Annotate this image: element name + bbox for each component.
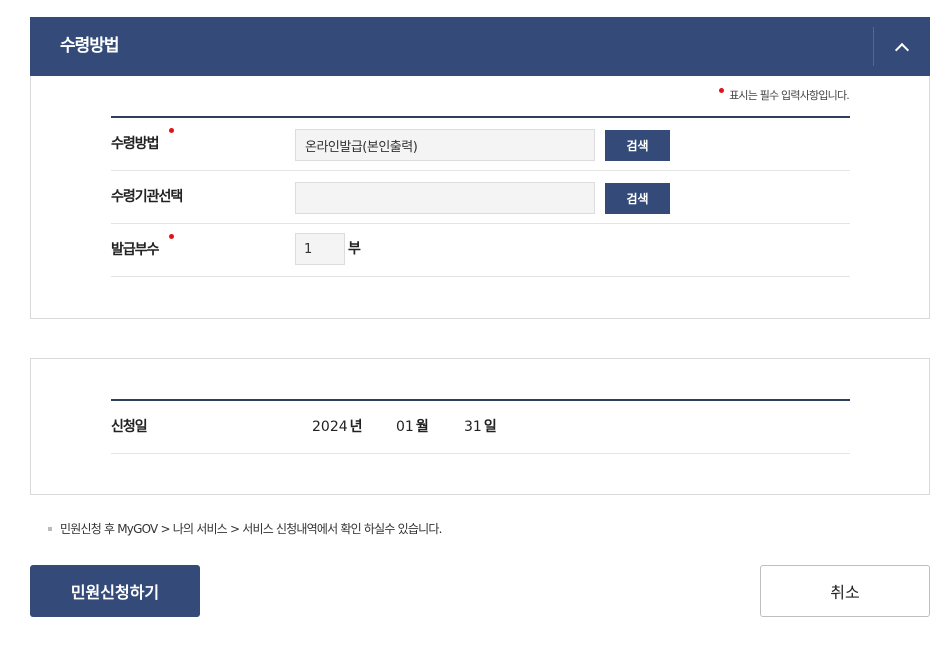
method-field[interactable] [295, 129, 595, 161]
date-month: 01 월 [396, 401, 429, 454]
method-search-button[interactable]: 검색 [605, 130, 670, 161]
receipt-method-panel: 표시는 필수 입력사항입니다. 수령방법 검색 수령기관선택 검색 발급부수 부 [30, 76, 930, 319]
required-dot-icon [169, 128, 174, 133]
receipt-form: 수령방법 검색 수령기관선택 검색 발급부수 부 [111, 116, 850, 277]
cancel-button[interactable]: 취소 [760, 565, 930, 617]
submit-application-button[interactable]: 민원신청하기 [30, 565, 200, 617]
chevron-up-icon [894, 42, 910, 57]
section-title: 수령방법 [60, 36, 120, 56]
year-value: 2024 [312, 419, 348, 435]
month-value: 01 [396, 419, 414, 435]
form-row-method: 수령방법 검색 [111, 118, 850, 171]
year-unit: 년 [349, 419, 363, 435]
bullet-icon [48, 527, 52, 531]
section-header: 수령방법 [30, 17, 930, 76]
required-dot-icon [719, 88, 725, 93]
date-day: 31 일 [464, 401, 497, 454]
copies-input[interactable] [295, 233, 345, 265]
method-label: 수령방법 [111, 136, 160, 152]
notice-text: 민원신청 후 MyGOV > 나의 서비스 > 서비스 신청내역에서 확인 하실… [60, 522, 442, 536]
date-row: 신청일 2024 년 01 월 31 일 [111, 401, 850, 454]
copies-label: 발급부수 [111, 242, 160, 258]
day-unit: 일 [483, 419, 497, 435]
copies-unit: 부 [348, 241, 361, 257]
notice: 민원신청 후 MyGOV > 나의 서비스 > 서비스 신청내역에서 확인 하실… [48, 520, 442, 537]
required-dot-icon [169, 234, 174, 239]
agency-search-button[interactable]: 검색 [605, 183, 670, 214]
form-row-agency: 수령기관선택 검색 [111, 171, 850, 224]
collapse-toggle-button[interactable] [874, 17, 930, 76]
month-unit: 월 [415, 419, 429, 435]
day-value: 31 [464, 419, 482, 435]
application-date-panel: 신청일 2024 년 01 월 31 일 [30, 358, 930, 495]
application-date-label: 신청일 [111, 419, 148, 435]
agency-field[interactable] [295, 182, 595, 214]
required-note-text: 표시는 필수 입력사항입니다. [729, 89, 850, 102]
agency-label: 수령기관선택 [111, 189, 183, 205]
date-table: 신청일 2024 년 01 월 31 일 [111, 399, 850, 454]
form-row-copies: 발급부수 부 [111, 224, 850, 277]
required-note: 표시는 필수 입력사항입니다. [719, 87, 850, 103]
date-year: 2024 년 [312, 401, 363, 454]
